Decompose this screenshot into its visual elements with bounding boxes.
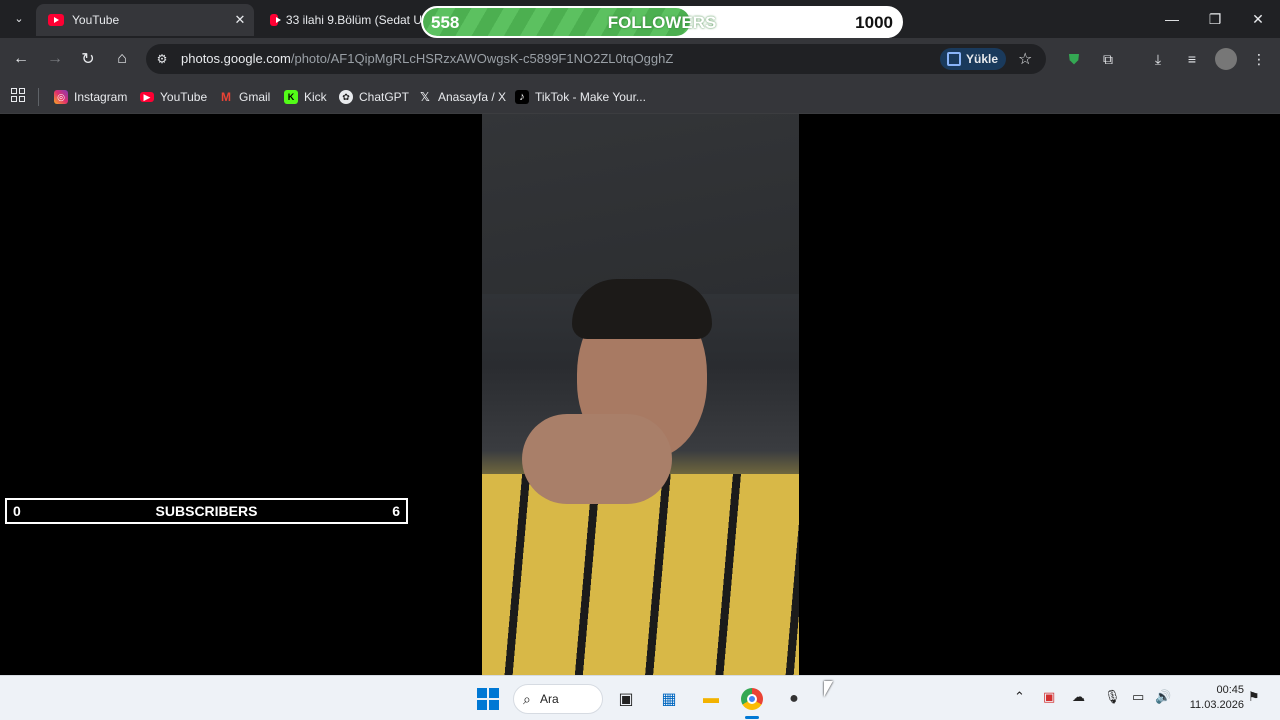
bookmarks-bar: ◎ Instagram ▶ YouTube M Gmail K Kick ✿ ChatGP… [0, 80, 1280, 114]
back-arrow-icon[interactable]: ← [8, 46, 34, 72]
install-app-button[interactable]: Yükle [940, 48, 1007, 70]
clock[interactable]: 00:45 11.03.2026 [1180, 683, 1244, 713]
bookmark-tiktok[interactable]: ♪ TikTok - Make Your... [515, 86, 646, 108]
taskbar-search[interactable]: ⌕ Ara [513, 684, 603, 714]
youtube-icon [48, 14, 64, 26]
bookmark-kick[interactable]: K Kick [284, 86, 327, 108]
task-view-icon[interactable]: ▣ [613, 686, 639, 712]
install-label: Yükle [966, 52, 999, 66]
close-tab-icon[interactable]: ✕ [232, 12, 248, 28]
menu-kebab-icon[interactable]: ⋮ [1248, 48, 1270, 70]
tab-title: YouTube [72, 13, 120, 27]
taskbar: ⌕ Ara ▣ ▦ ▬ ● ⌃ ▣ ☁ 🎙 ▭ 🔊 00:45 11.03.202… [0, 675, 1280, 720]
install-icon [947, 52, 961, 66]
tab-ilahi[interactable]: 33 ilahi 9.Bölüm (Sedat Uç [258, 4, 428, 36]
volume-icon[interactable]: 🔊 [1155, 689, 1171, 705]
active-app-indicator [745, 716, 759, 719]
bookmarks-divider [38, 88, 39, 106]
tab-search-chevron-icon[interactable]: ⌄ [8, 7, 30, 29]
profile-avatar-icon[interactable] [1215, 48, 1237, 70]
chrome-icon[interactable] [739, 686, 765, 712]
download-icon[interactable]: ⤓ [1147, 48, 1169, 70]
instagram-icon: ◎ [54, 90, 68, 104]
show-hidden-icons-chevron-icon[interactable]: ⌃ [1014, 689, 1025, 705]
apps-grid-icon[interactable] [11, 88, 25, 102]
x-icon: 𝕏 [420, 90, 430, 104]
subscribers-goal: 6 [392, 503, 400, 519]
search-label: Ara [540, 692, 559, 706]
tiktok-icon: ♪ [515, 90, 529, 104]
shield-extension-icon[interactable]: ⛊ [1063, 48, 1085, 70]
tab-title: 33 ilahi 9.Bölüm (Sedat Uç [285, 13, 428, 27]
mouse-cursor-icon [824, 681, 833, 697]
gmail-icon: M [221, 90, 231, 104]
url-text[interactable]: photos.google.com/photo/AF1QipMgRLcHSRzx… [181, 51, 673, 66]
photo-image[interactable] [482, 114, 799, 675]
media-queue-icon[interactable]: ≡ [1181, 48, 1203, 70]
bookmark-label: TikTok - Make Your... [535, 90, 646, 104]
site-settings-icon[interactable]: ⚙ [154, 51, 170, 67]
bookmark-instagram[interactable]: ◎ Instagram [54, 86, 127, 108]
browser-toolbar: ← → ↻ ⌂ ⚙ photos.google.com/photo/AF1Qip… [0, 38, 1280, 80]
forward-arrow-icon[interactable]: → [42, 46, 68, 72]
clock-date: 11.03.2026 [1189, 699, 1244, 711]
bookmark-gmail[interactable]: M Gmail [219, 86, 270, 108]
photo-shirt [482, 474, 799, 675]
notifications-icon[interactable]: ⚑ [1248, 689, 1260, 705]
close-window-button[interactable]: ✕ [1236, 0, 1280, 38]
address-bar[interactable]: ⚙ photos.google.com/photo/AF1QipMgRLcHSR… [146, 44, 1046, 74]
extensions-puzzle-icon[interactable]: ⧉ [1097, 48, 1119, 70]
bookmark-star-icon[interactable]: ☆ [1018, 49, 1032, 69]
microphone-icon[interactable]: 🎙 [1104, 689, 1121, 705]
youtube-icon: ▶ [140, 92, 154, 102]
bookmark-label: YouTube [160, 90, 208, 104]
subscribers-label: SUBSCRIBERS [155, 503, 258, 519]
bookmark-chatgpt[interactable]: ✿ ChatGPT [339, 86, 409, 108]
search-icon: ⌕ [523, 691, 531, 707]
tray-app-icon[interactable]: ▣ [1043, 689, 1055, 705]
photo-hand [522, 414, 672, 504]
bookmark-label: ChatGPT [359, 90, 410, 104]
home-icon[interactable]: ⌂ [109, 46, 135, 72]
youtube-icon [270, 14, 281, 26]
bookmark-label: Gmail [239, 90, 271, 104]
followers-goal-bar: 558 FOLLOWERS 1000 [421, 6, 903, 38]
url-host: photos.google.com [181, 51, 291, 66]
followers-goal: 1000 [855, 13, 893, 32]
photo-hair [572, 279, 712, 339]
kick-icon: K [284, 90, 298, 104]
tab-youtube[interactable]: YouTube ✕ [36, 4, 254, 36]
file-explorer-icon[interactable]: ▬ [698, 686, 724, 712]
reload-icon[interactable]: ↻ [75, 46, 101, 72]
bookmark-x[interactable]: 𝕏 Anasayfa / X [418, 86, 506, 108]
windows-start-icon[interactable] [475, 686, 501, 712]
photo-background [482, 114, 799, 294]
chatgpt-icon: ✿ [339, 90, 353, 104]
clock-time: 00:45 [1216, 684, 1244, 696]
bookmark-label: Kick [304, 90, 327, 104]
subscribers-goal-bar: 0 SUBSCRIBERS 6 [5, 498, 408, 524]
bookmark-youtube[interactable]: ▶ YouTube [140, 86, 207, 108]
followers-label: FOLLOWERS [607, 13, 717, 32]
display-icon[interactable]: ▭ [1132, 689, 1144, 705]
restore-button[interactable]: ❐ [1193, 0, 1237, 38]
photo-viewer: 0 SUBSCRIBERS 6 [0, 114, 1280, 675]
store-icon[interactable]: ▦ [656, 686, 682, 712]
app-icon[interactable]: ● [781, 686, 807, 712]
network-icon[interactable]: ☁ [1072, 689, 1085, 705]
url-path: /photo/AF1QipMgRLcHSRzxAWOwgsK-c5899F1NO… [290, 51, 674, 66]
minimize-button[interactable]: — [1150, 0, 1194, 38]
bookmark-label: Instagram [74, 90, 128, 104]
bookmark-label: Anasayfa / X [438, 90, 507, 104]
